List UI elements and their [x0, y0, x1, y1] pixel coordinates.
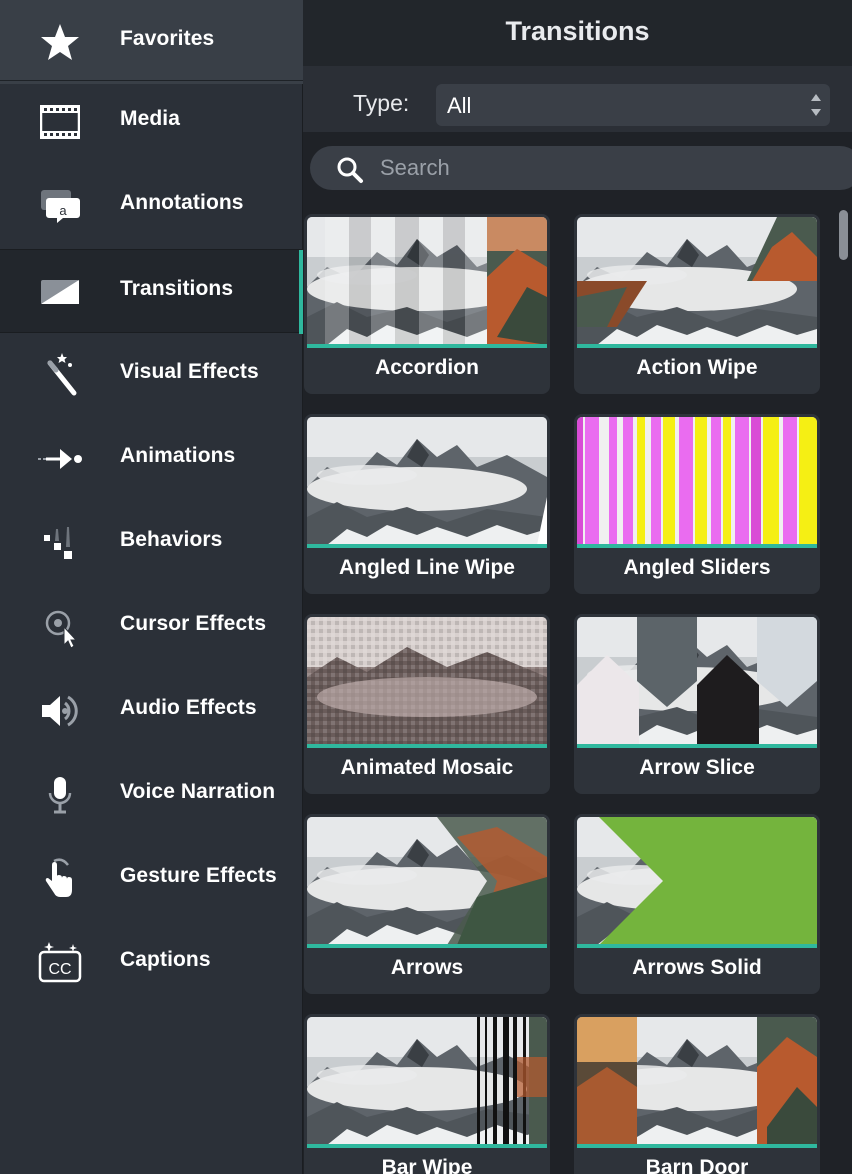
type-select-value: All	[447, 93, 472, 118]
animated-mosaic-thumbnail	[307, 617, 547, 745]
card-accent-bar	[307, 1144, 547, 1148]
sidebar-item-gesture-effects[interactable]: Gesture Effects	[0, 837, 303, 921]
transitions-panel: Transitions Type: All Search Accordion A…	[303, 0, 852, 1174]
cursor-icon	[36, 605, 84, 649]
sidebar-item-favorites[interactable]: Favorites	[0, 0, 303, 84]
captions-cc-icon: CC	[36, 941, 84, 985]
sidebar-item-annotations[interactable]: a Annotations	[0, 164, 303, 248]
annotation-icon: a	[36, 184, 84, 228]
search-icon	[336, 156, 364, 184]
panel-title: Transitions	[505, 16, 650, 46]
search-box[interactable]	[310, 146, 852, 190]
card-accent-bar	[577, 544, 817, 548]
svg-text:CC: CC	[48, 961, 71, 978]
transition-card-arrows[interactable]: Arrows	[304, 814, 550, 994]
angled-line-wipe-thumbnail	[307, 417, 547, 545]
angled-sliders-thumbnail	[577, 417, 817, 545]
card-accent-bar	[577, 344, 817, 348]
sidebar-item-behaviors[interactable]: Behaviors	[0, 501, 303, 585]
sidebar-item-label: Captions	[120, 948, 211, 971]
search-bar	[303, 132, 852, 204]
sidebar-item-animations[interactable]: Animations	[0, 417, 303, 501]
hand-icon	[36, 857, 84, 901]
sidebar-item-label: Voice Narration	[120, 780, 276, 803]
card-accent-bar	[577, 1144, 817, 1148]
sidebar-item-transitions[interactable]: Transitions	[0, 249, 303, 334]
sidebar-item-cursor-effects[interactable]: Cursor Effects	[0, 585, 303, 669]
search-input[interactable]	[380, 150, 780, 186]
film-icon	[36, 100, 84, 144]
sidebar: Favorites Media a Annotations Transition…	[0, 0, 303, 1174]
sidebar-item-audio-effects[interactable]: Audio Effects	[0, 669, 303, 753]
barn-door-thumbnail	[577, 1017, 817, 1145]
transition-card-barn-door[interactable]: Barn Door	[574, 1014, 820, 1174]
transition-card-angled-line-wipe[interactable]: Angled Line Wipe	[304, 414, 550, 594]
card-accent-bar	[307, 344, 547, 348]
sidebar-item-label: Animations	[120, 444, 236, 467]
sidebar-item-label: Transitions	[120, 277, 234, 300]
transition-card-animated-mosaic[interactable]: Animated Mosaic	[304, 614, 550, 794]
sidebar-item-label: Gesture Effects	[120, 864, 277, 887]
sidebar-item-visual-effects[interactable]: Visual Effects	[0, 333, 303, 417]
card-accent-bar	[307, 544, 547, 548]
transition-name: Arrows	[390, 956, 464, 979]
arrows-solid-thumbnail	[577, 817, 817, 945]
magic-wand-icon	[36, 353, 84, 397]
animation-arrow-icon	[36, 437, 84, 481]
microphone-icon	[36, 773, 84, 817]
sidebar-item-label: Behaviors	[120, 528, 223, 551]
transition-name: Action Wipe	[636, 356, 758, 379]
transition-card-angled-sliders[interactable]: Angled Sliders	[574, 414, 820, 594]
sidebar-item-label: Cursor Effects	[120, 612, 267, 635]
type-label: Type:	[353, 90, 410, 116]
bar-wipe-thumbnail	[307, 1017, 547, 1145]
transition-name: Angled Line Wipe	[339, 556, 515, 579]
transition-name: Animated Mosaic	[340, 756, 514, 779]
transition-card-arrow-slice[interactable]: Arrow Slice	[574, 614, 820, 794]
transition-name: Arrow Slice	[639, 756, 755, 779]
card-accent-bar	[307, 944, 547, 948]
arrow-slice-thumbnail	[577, 617, 817, 745]
sidebar-item-label: Audio Effects	[120, 696, 257, 719]
select-arrows-icon	[810, 90, 822, 120]
transition-name: Accordion	[375, 356, 479, 379]
sidebar-item-label: Annotations	[120, 191, 244, 214]
sidebar-item-label: Media	[120, 107, 181, 130]
sidebar-item-media[interactable]: Media	[0, 80, 303, 164]
type-select[interactable]: All	[436, 84, 830, 126]
transition-card-bar-wipe[interactable]: Bar Wipe	[304, 1014, 550, 1174]
star-icon	[36, 20, 84, 64]
card-accent-bar	[577, 744, 817, 748]
sidebar-item-label: Favorites	[120, 27, 215, 50]
transition-card-action-wipe[interactable]: Action Wipe	[574, 214, 820, 394]
transition-icon	[36, 270, 84, 314]
card-accent-bar	[577, 944, 817, 948]
scrollbar[interactable]	[833, 204, 852, 1174]
scrollbar-thumb[interactable]	[839, 210, 848, 260]
action-wipe-thumbnail	[577, 217, 817, 345]
behaviors-icon	[36, 521, 84, 565]
transition-card-accordion[interactable]: Accordion	[304, 214, 550, 394]
svg-text:a: a	[59, 203, 67, 218]
transitions-grid: Accordion Action Wipe Angled Line Wipe A…	[303, 204, 833, 1174]
transition-name: Arrows Solid	[632, 956, 762, 979]
panel-header: Transitions	[303, 0, 852, 66]
transition-card-arrows-solid[interactable]: Arrows Solid	[574, 814, 820, 994]
arrows-thumbnail	[307, 817, 547, 945]
sidebar-item-captions[interactable]: CC Captions	[0, 921, 303, 1005]
transition-name: Barn Door	[645, 1156, 749, 1174]
speaker-icon	[36, 689, 84, 733]
transition-name: Angled Sliders	[623, 556, 771, 579]
accordion-thumbnail	[307, 217, 547, 345]
sidebar-item-voice-narration[interactable]: Voice Narration	[0, 753, 303, 837]
card-accent-bar	[307, 744, 547, 748]
sidebar-item-label: Visual Effects	[120, 360, 259, 383]
filter-bar: Type: All	[303, 66, 852, 132]
transition-name: Bar Wipe	[381, 1156, 473, 1174]
